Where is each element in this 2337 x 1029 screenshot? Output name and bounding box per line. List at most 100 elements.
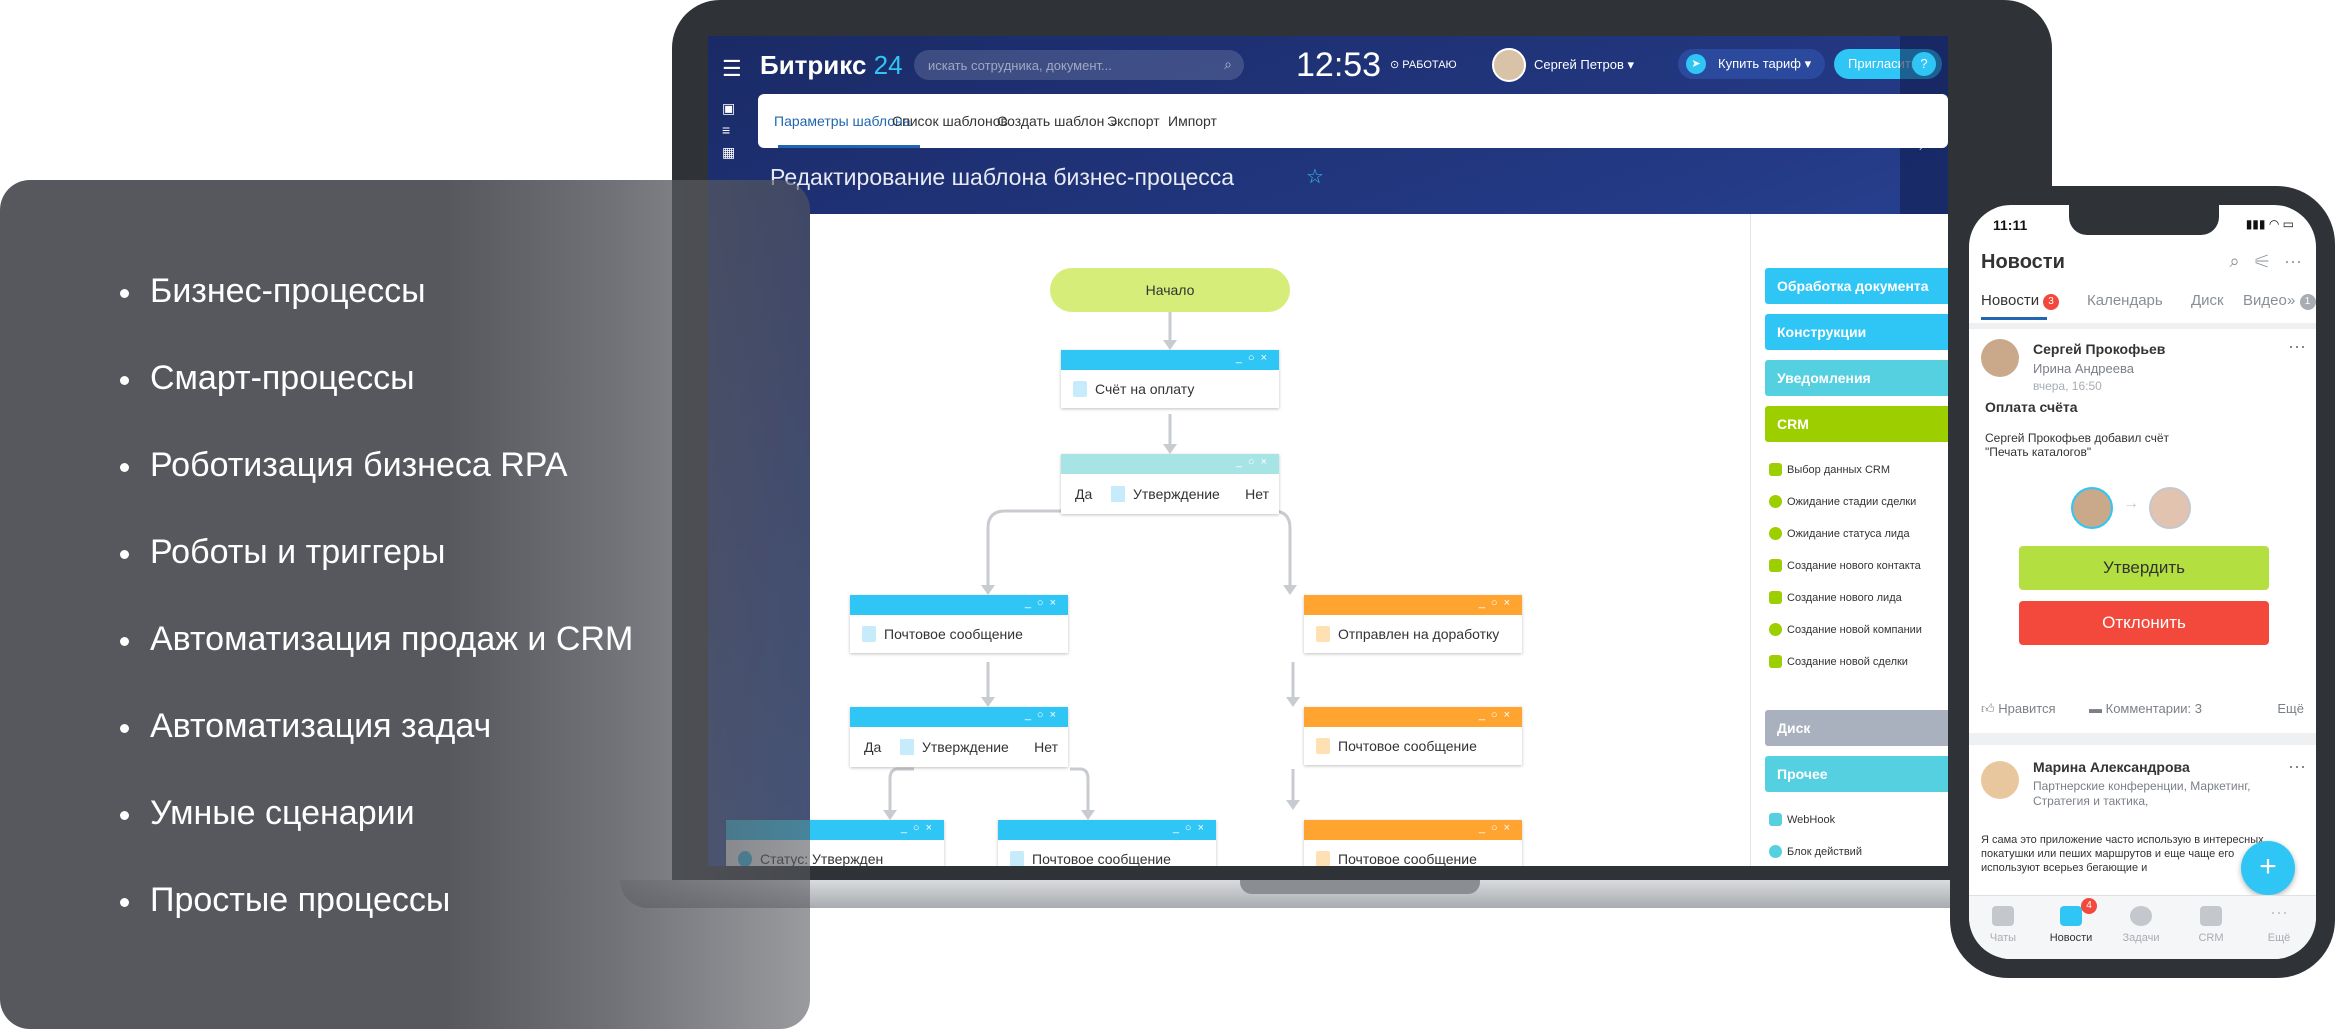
more-icon[interactable]: ⋯ [2288,337,2306,358]
approve-button[interactable]: Утвердить [2019,546,2269,590]
post-groups[interactable]: Партнерские конференции, Маркетинг, Стра… [2033,779,2273,809]
post-title: Оплата счёта [1985,399,2078,415]
chat-icon[interactable]: ▣ [722,100,735,117]
avatar[interactable] [1981,339,2019,377]
section-crm[interactable]: CRM⌃ [1765,406,1948,442]
phone-notch [2069,205,2219,235]
phone-clock: 11:11 [1993,217,2028,233]
buy-tariff-button[interactable]: ➤ Купить тариф ▾ [1678,49,1826,79]
search-input[interactable]: искать сотрудника, документ... ⌕ [914,50,1244,80]
tab-export[interactable]: Экспорт [1107,113,1160,129]
logo[interactable]: Битрикс 24 [760,50,903,81]
star-icon[interactable]: ☆ [1306,164,1324,189]
feature-item: Бизнес-процессы [119,272,633,359]
tab-disk[interactable]: Диск [2191,292,2224,309]
crm-item[interactable]: Ожидание статуса лида [1769,527,1910,540]
phone-screen: 11:11 ▮▮▮ ◠ ▭ Новости ⌕ ⚟ ⋯ Новости 3 Кал… [1969,205,2316,959]
more-badge: 1 [2299,294,2316,310]
node-approval-2[interactable]: _○× Да Утверждение Нет [850,707,1068,767]
active-tab-indicator [778,145,920,148]
nav-chats[interactable]: Чаты [1973,906,2033,944]
activity-panel: Обработка документа⌄ Конструкции⌄ Уведом… [1750,214,1948,866]
section-disk[interactable]: Диск⌄ [1765,710,1948,746]
settings-icon[interactable]: ⚟ [2255,251,2269,271]
help-icon[interactable]: ? [1912,52,1936,76]
company-icon [1769,623,1782,636]
document-icon [1010,851,1024,866]
filter-icon [1769,655,1782,668]
node-invoice[interactable]: _○× Счёт на оплату [1061,350,1279,408]
node-mail-left[interactable]: _○× Почтовое сообщение [850,595,1068,653]
comments-button[interactable]: ▬ Комментарии: 3 [2089,701,2202,716]
node-mail-bottom-mid[interactable]: _○× Почтовое сообщение [998,820,1216,866]
phone-frame: 11:11 ▮▮▮ ◠ ▭ Новости ⌕ ⚟ ⋯ Новости 3 Кал… [1950,186,2335,978]
more-button[interactable]: Ещё [2277,701,2304,716]
tab-video[interactable]: Видео [2243,292,2291,309]
like-button[interactable]: 👍︎ Нравится [1981,701,2056,717]
section-document-processing[interactable]: Обработка документа⌄ [1765,268,1948,304]
section-other[interactable]: Прочее⌃ [1765,756,1948,792]
more-icon[interactable]: ⋯ [2284,251,2302,271]
other-item[interactable]: Блок действий [1769,845,1862,858]
tab-template-list[interactable]: Список шаблонов [892,113,1008,129]
search-icon[interactable]: ⌕ [2229,251,2239,271]
process-canvas: Начало _○× Счёт на оплату _○× Да Утвержд… [726,214,1948,866]
crm-item[interactable]: Создание нового контакта [1769,559,1921,572]
node-sent-back[interactable]: _○× Отправлен на доработку [1304,595,1522,653]
clock: 12:53 [1296,46,1382,84]
crm-item[interactable]: Создание нового лида [1769,591,1902,604]
clock-icon [1769,495,1782,508]
bitrix-window: ☰ ▣ ≡ ▦ Битрикс 24 искать сотрудника, до… [708,36,1948,866]
avatar[interactable] [1981,761,2019,799]
filter-icon[interactable]: ≡ [722,122,730,138]
node-mail-right-2[interactable]: _○× Почтовое сообщение [1304,820,1522,866]
work-status[interactable]: ⊙ РАБОТАЮ [1390,58,1457,71]
post-author[interactable]: Марина Александрова [2033,759,2190,775]
grid-icon[interactable]: ▦ [722,144,735,161]
crm-item[interactable]: Ожидание стадии сделки [1769,495,1916,508]
avatar [2149,487,2191,529]
user-menu[interactable]: Сергей Петров ▾ [1534,57,1634,73]
nav-more[interactable]: ⋯ Ещё [2249,904,2309,944]
document-icon [900,739,914,755]
flow-start[interactable]: Начало [1050,268,1290,312]
tab-bar: Параметры шаблона Список шаблонов Создат… [758,94,1948,148]
feature-item: Простые процессы [119,881,633,968]
post-author[interactable]: Сергей Прокофьев [2033,341,2165,357]
tab-news[interactable]: Новости 3 [1981,292,2060,310]
thumb-up-icon: 👍︎ [1981,701,1995,716]
section-notifications[interactable]: Уведомления⌄ [1765,360,1948,396]
crm-item[interactable]: Выбор данных CRM [1769,463,1890,476]
avatar[interactable] [1492,48,1526,82]
other-item[interactable]: WebHook [1769,813,1835,826]
feature-card: Бизнес-процессы Смарт-процессы Роботизац… [0,180,810,1029]
phone-title: Новости [1981,251,2065,273]
tab-template-params[interactable]: Параметры шаблона [774,113,911,129]
lead-icon [1769,591,1782,604]
more-icon[interactable]: ⋯ [2288,757,2306,778]
nav-crm[interactable]: CRM [2181,906,2241,944]
menu-icon[interactable]: ☰ [722,56,742,82]
tab-calendar[interactable]: Календарь [2087,292,2163,309]
add-button[interactable]: + [2241,841,2295,895]
crm-item[interactable]: Создание новой компании [1769,623,1922,636]
crm-item[interactable]: Создание новой сделки [1769,655,1908,668]
section-constructions[interactable]: Конструкции⌄ [1765,314,1948,350]
node-mail-right-1[interactable]: _○× Почтовое сообщение [1304,707,1522,765]
decline-button[interactable]: Отклонить [2019,601,2269,645]
nav-tasks[interactable]: Задачи [2111,906,2171,944]
divider [1969,323,2316,329]
status-icons: ▮▮▮ ◠ ▭ [2245,217,2294,231]
news-badge: 3 [2043,294,2060,310]
document-icon [1316,851,1330,866]
feature-item: Умные сценарии [119,794,633,881]
news-icon [2060,906,2082,926]
header-icons: ⌕ ⚟ ⋯ [2229,251,2302,272]
document-icon [1111,486,1125,502]
post-recipient[interactable]: Ирина Андреева [2033,361,2134,376]
tab-import[interactable]: Импорт [1168,113,1217,129]
tab-create-template[interactable]: Создать шаблон ⌄ [997,113,1120,130]
node-approval-1[interactable]: _○× Да Утверждение Нет [1061,454,1279,514]
search-icon: ⌕ [1224,56,1232,72]
tab-more[interactable]: » 1 [2287,292,2316,310]
